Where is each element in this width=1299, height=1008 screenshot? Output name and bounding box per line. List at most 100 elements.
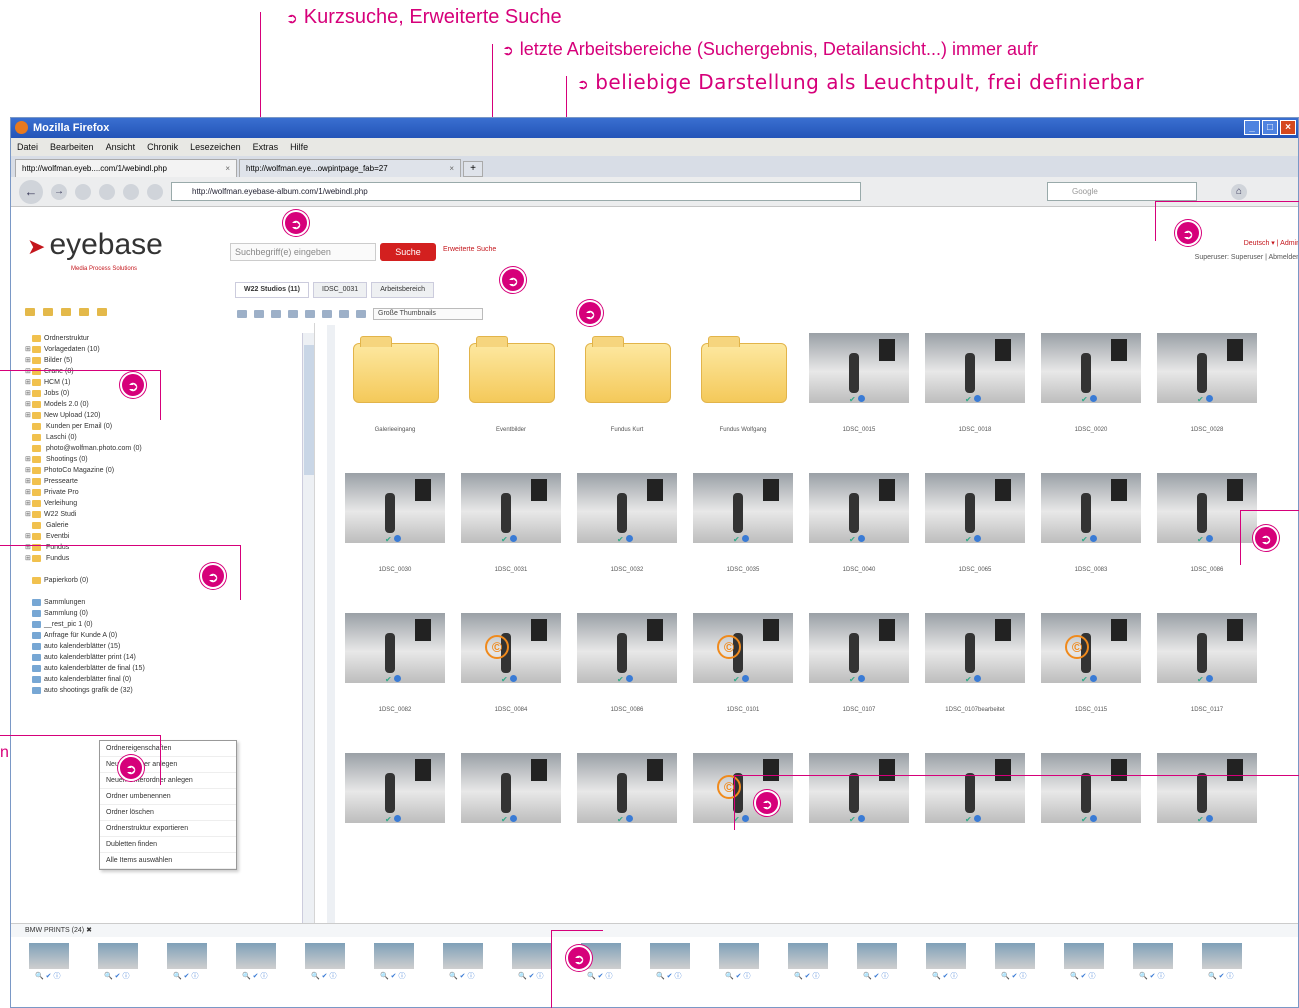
lightbox-item-icons[interactable]: 🔍 ✔ ⓘ	[1202, 971, 1242, 981]
check-icon[interactable]: ✔	[1081, 675, 1088, 684]
lightbox-item[interactable]: 🔍 ✔ ⓘ	[236, 943, 276, 983]
folder-tile[interactable]: Fundus Kurt	[573, 325, 681, 465]
image-tile[interactable]: ✔ 1DSC_0086	[573, 605, 681, 745]
menu-item[interactable]: Hilfe	[290, 138, 308, 156]
search-button[interactable]: Suche	[380, 243, 436, 261]
tile-action-icons[interactable]: ✔	[617, 815, 633, 824]
tile-action-icons[interactable]: ✔	[501, 815, 517, 824]
tree-node[interactable]: auto kalenderblätter de final (15)	[25, 663, 145, 674]
move-icon[interactable]	[271, 310, 281, 318]
image-tile[interactable]: ✔	[1153, 745, 1261, 885]
delete-icon[interactable]	[339, 310, 349, 318]
lightbox-item[interactable]: 🔍 ✔ ⓘ	[512, 943, 552, 983]
info-icon[interactable]	[973, 395, 981, 402]
image-tile[interactable]: ✔	[341, 745, 449, 885]
tile-action-icons[interactable]: ✔	[1081, 395, 1097, 404]
expand-icon[interactable]: ⊞	[25, 377, 32, 388]
lightbox-item[interactable]: 🔍 ✔ ⓘ	[650, 943, 690, 983]
tree-node[interactable]: __rest_pic 1 (0)	[25, 619, 145, 630]
lightbox-item-icons[interactable]: 🔍 ✔ ⓘ	[1133, 971, 1173, 981]
info-icon[interactable]	[1205, 395, 1213, 402]
image-tile[interactable]: ✔ 1DSC_0020	[1037, 325, 1145, 465]
tree-node[interactable]: Laschi (0)	[25, 432, 145, 443]
expand-icon[interactable]: ⊞	[25, 366, 32, 377]
info-icon[interactable]	[1089, 535, 1097, 542]
image-tile[interactable]: ✔ 1DSC_0032	[573, 465, 681, 605]
check-icon[interactable]: ✔	[1081, 395, 1088, 404]
tile-action-icons[interactable]: ✔	[1197, 815, 1213, 824]
menu-item[interactable]: Datei	[17, 138, 38, 156]
lightbox-close-icon[interactable]: ✖	[86, 927, 92, 934]
check-icon[interactable]: ✔	[733, 675, 740, 684]
image-tile[interactable]: ✔ ©	[689, 745, 797, 885]
image-tile[interactable]: ✔ 1DSC_0083	[1037, 465, 1145, 605]
image-tile[interactable]: ✔ 1DSC_0040	[805, 465, 913, 605]
info-icon[interactable]	[625, 535, 633, 542]
download-item-icon[interactable]	[288, 310, 298, 318]
check-icon[interactable]: ✔	[385, 815, 392, 824]
tree-node[interactable]: ⊞ Fundus	[25, 553, 145, 564]
check-icon[interactable]: ✔	[501, 535, 508, 544]
tab-close-icon[interactable]: ×	[225, 160, 230, 177]
image-tile[interactable]: ✔ 1DSC_0018	[921, 325, 1029, 465]
user-logout-links[interactable]: Superuser: Superuser | Abmelden	[1195, 251, 1298, 265]
rotate-icon[interactable]	[322, 310, 332, 318]
info-icon[interactable]	[1089, 815, 1097, 822]
lightbox-item[interactable]: 🔍 ✔ ⓘ	[305, 943, 345, 983]
tile-action-icons[interactable]: ✔	[385, 815, 401, 824]
tile-action-icons[interactable]: ✔	[965, 395, 981, 404]
back-button[interactable]: ←	[19, 179, 43, 204]
info-icon[interactable]	[973, 675, 981, 682]
tile-action-icons[interactable]: ✔	[849, 395, 865, 404]
check-icon[interactable]: ✔	[385, 675, 392, 684]
quick-search-input[interactable]: Suchbegriff(e) eingeben	[230, 243, 376, 261]
info-icon[interactable]	[509, 815, 517, 822]
image-tile[interactable]: ✔ 1DSC_0035	[689, 465, 797, 605]
tree-node[interactable]: auto kalenderblätter print (14)	[25, 652, 145, 663]
info-icon[interactable]	[741, 675, 749, 682]
image-tile[interactable]: ✔ 1DSC_0065	[921, 465, 1029, 605]
lightbox-item[interactable]: 🔍 ✔ ⓘ	[443, 943, 483, 983]
lightbox-item[interactable]: 🔍 ✔ ⓘ	[995, 943, 1035, 983]
check-icon[interactable]: ✔	[501, 675, 508, 684]
tree-node[interactable]: photo@wolfman.photo.com (0)	[25, 443, 145, 454]
lightbox-item-icons[interactable]: 🔍 ✔ ⓘ	[98, 971, 138, 981]
maximize-button[interactable]: □	[1262, 120, 1278, 135]
sidebar-scrollbar[interactable]	[302, 333, 314, 923]
tree-node[interactable]: Kunden per Email (0)	[25, 421, 145, 432]
close-button[interactable]: ×	[1280, 120, 1296, 135]
lightbox-item-icons[interactable]: 🔍 ✔ ⓘ	[374, 971, 414, 981]
tree-node[interactable]: Sammlungen	[25, 597, 145, 608]
context-menu-item[interactable]: Ordner löschen	[100, 805, 236, 821]
check-icon[interactable]: ✔	[1197, 535, 1204, 544]
menu-item[interactable]: Chronik	[147, 138, 178, 156]
tile-action-icons[interactable]: ✔	[385, 675, 401, 684]
tree-node[interactable]: Papierkorb (0)	[25, 575, 145, 586]
lightbox-item[interactable]: 🔍 ✔ ⓘ	[1133, 943, 1173, 983]
tile-action-icons[interactable]: ✔	[501, 535, 517, 544]
tile-action-icons[interactable]: ✔	[385, 535, 401, 544]
expand-icon[interactable]: ⊞	[25, 553, 32, 564]
check-icon[interactable]: ✔	[1197, 395, 1204, 404]
tree-node[interactable]: ⊞ Verleihung	[25, 498, 145, 509]
lightbox-item[interactable]: 🔍 ✔ ⓘ	[29, 943, 69, 983]
menu-item[interactable]: Bearbeiten	[50, 138, 94, 156]
info-icon[interactable]	[393, 815, 401, 822]
lightbox-item[interactable]: 🔍 ✔ ⓘ	[857, 943, 897, 983]
check-icon[interactable]: ✔	[849, 395, 856, 404]
tree-node[interactable]: ⊞ Eventbi	[25, 531, 145, 542]
tile-action-icons[interactable]: ✔	[733, 815, 749, 824]
lightbox-item-icons[interactable]: 🔍 ✔ ⓘ	[443, 971, 483, 981]
tree-node[interactable]: auto shootings grafik de (32)	[25, 685, 145, 696]
folder-refresh-icon[interactable]	[79, 308, 89, 316]
image-tile[interactable]: ✔ 1DSC_0117	[1153, 605, 1261, 745]
image-tile[interactable]: ✔ 1DSC_0028	[1153, 325, 1261, 465]
url-bar[interactable]: http://wolfman.eyebase-album.com/1/webin…	[171, 182, 861, 201]
info-icon[interactable]	[509, 675, 517, 682]
tree-node[interactable]: ⊞ Pressearte	[25, 476, 145, 487]
browser-tab-1[interactable]: http://wolfman.eyeb....com/1/webindl.php…	[15, 159, 237, 177]
lightbox-item[interactable]: 🔍 ✔ ⓘ	[926, 943, 966, 983]
image-tile[interactable]: ✔ © 1DSC_0084	[457, 605, 565, 745]
info-icon[interactable]	[625, 815, 633, 822]
check-icon[interactable]: ✔	[1197, 675, 1204, 684]
